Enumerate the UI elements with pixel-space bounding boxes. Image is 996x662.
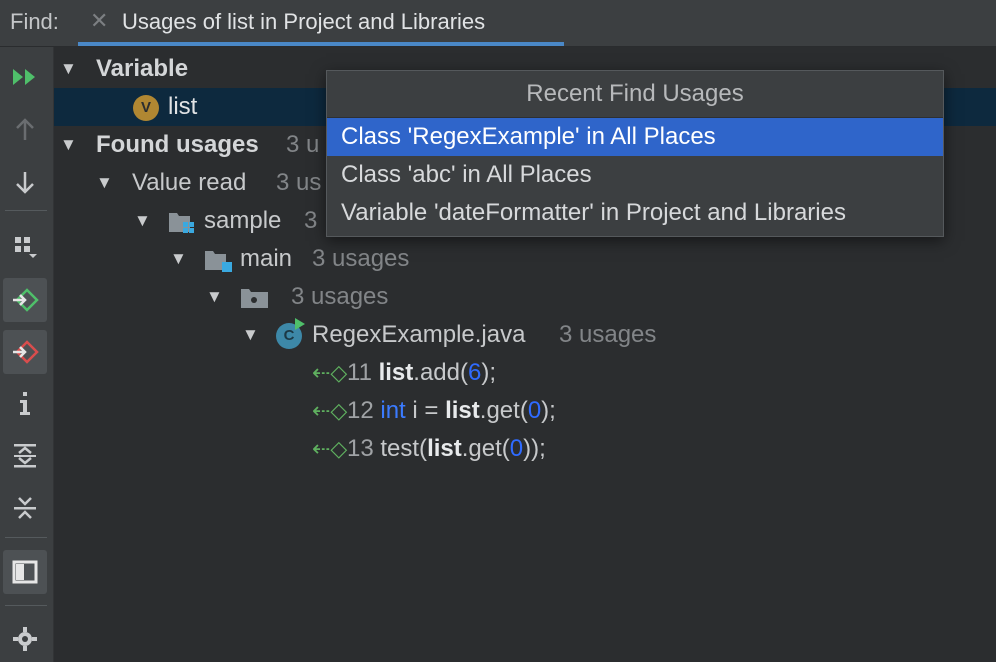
line-number: 11 xyxy=(347,359,372,386)
package-folder-icon xyxy=(240,286,268,308)
found-usages-count: 3 u xyxy=(286,131,320,158)
source-root-count: 3 usages xyxy=(312,245,410,272)
rerun-icon[interactable] xyxy=(3,55,47,99)
file-name: RegexExample.java xyxy=(312,321,526,348)
find-label: Find: xyxy=(10,9,59,34)
popup-title: Recent Find Usages xyxy=(327,71,943,118)
value-read-label: Value read xyxy=(132,169,247,196)
collapse-triangle-icon[interactable]: ▼ xyxy=(60,50,77,88)
collapse-triangle-icon[interactable]: ▼ xyxy=(170,240,187,278)
collapse-triangle-icon[interactable]: ▼ xyxy=(242,316,259,354)
toolbar-separator xyxy=(5,210,47,211)
show-read-access-icon[interactable] xyxy=(3,278,47,322)
usage-line-13[interactable]: ⇠◇ 13 test(list.get(0)); xyxy=(54,430,996,468)
tree-node-source-root-main[interactable]: ▼ main 3 usages xyxy=(54,240,996,278)
group-by-icon[interactable] xyxy=(3,225,47,269)
source-root-name: main xyxy=(240,245,293,272)
collapse-triangle-icon[interactable]: ▼ xyxy=(206,278,223,316)
recent-find-usages-popup: Recent Find Usages Class 'RegexExample' … xyxy=(326,70,944,237)
find-toolbar xyxy=(0,47,54,662)
module-name: sample xyxy=(204,207,282,234)
tab-title: Usages of list in Project and Libraries xyxy=(122,9,486,34)
tab-usages-of-list[interactable]: ✕ Usages of list in Project and Librarie… xyxy=(78,0,564,46)
recent-item-regexexample[interactable]: Class 'RegexExample' in All Places xyxy=(327,118,943,156)
tree-node-package[interactable]: ▼ 3 usages xyxy=(54,278,996,316)
recent-item-abc[interactable]: Class 'abc' in All Places xyxy=(327,156,943,194)
source-root-folder-icon xyxy=(204,248,232,272)
read-access-icon: ⇠◇ xyxy=(312,436,348,461)
collapse-triangle-icon[interactable]: ▼ xyxy=(96,164,113,202)
toolbar-separator xyxy=(5,605,47,606)
value-read-count: 3 us xyxy=(276,169,322,196)
previous-occurrence-icon[interactable] xyxy=(3,108,47,152)
module-folder-icon xyxy=(168,210,196,233)
variable-name: list xyxy=(168,93,198,120)
info-icon[interactable] xyxy=(3,382,47,426)
find-toolwindow-header: Find: ✕ Usages of list in Project and Li… xyxy=(0,0,996,47)
line-number: 12 xyxy=(347,397,374,424)
expand-all-icon[interactable] xyxy=(3,434,47,478)
read-access-icon: ⇠◇ xyxy=(312,398,348,423)
collapse-triangle-icon[interactable]: ▼ xyxy=(134,202,151,240)
active-tab-indicator xyxy=(78,42,564,46)
collapse-triangle-icon[interactable]: ▼ xyxy=(60,126,77,164)
line-number: 13 xyxy=(347,435,374,462)
package-count: 3 usages xyxy=(291,283,389,310)
recent-item-dateformatter[interactable]: Variable 'dateFormatter' in Project and … xyxy=(327,194,943,232)
file-count: 3 usages xyxy=(559,321,657,348)
found-usages-label: Found usages xyxy=(96,131,259,158)
toolbar-separator xyxy=(5,537,47,538)
module-count: 3 xyxy=(304,207,318,234)
variable-icon: V xyxy=(133,94,159,121)
java-class-icon: C xyxy=(276,317,305,349)
close-icon[interactable]: ✕ xyxy=(90,8,108,34)
usage-line-11[interactable]: ⇠◇ 11 list.add(6); xyxy=(54,354,996,392)
read-access-icon: ⇠◇ xyxy=(312,360,348,385)
usage-line-12[interactable]: ⇠◇ 12 int i = list.get(0); xyxy=(54,392,996,430)
next-occurrence-icon[interactable] xyxy=(3,160,47,204)
collapse-all-icon[interactable] xyxy=(3,486,47,530)
variable-group-label: Variable xyxy=(96,55,189,82)
tree-node-file-regexexample[interactable]: ▼ C RegexExample.java 3 usages xyxy=(54,316,996,354)
show-write-access-icon[interactable] xyxy=(3,330,47,374)
gear-icon[interactable] xyxy=(3,617,47,661)
preview-panel-icon[interactable] xyxy=(3,550,47,594)
